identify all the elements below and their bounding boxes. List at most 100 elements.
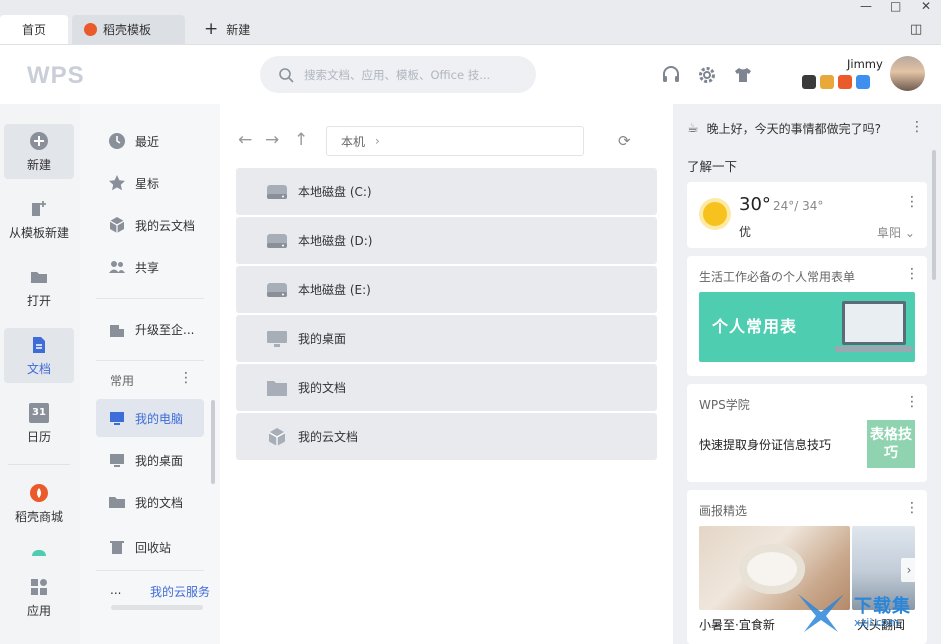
scroll-indicator bbox=[32, 550, 46, 556]
tab-daoke-label: 稻壳模板 bbox=[103, 23, 152, 37]
nav-calendar[interactable]: 31 日历 bbox=[4, 396, 74, 451]
up-arrow-icon[interactable]: ↑ bbox=[294, 132, 308, 149]
close-button[interactable]: ✕ bbox=[921, 0, 931, 14]
skin-shirt-icon[interactable] bbox=[733, 65, 753, 85]
card-title: 生活工作必备の个人常用表单 bbox=[699, 270, 856, 284]
cloud-service-row: ... 我的云服务 bbox=[110, 583, 210, 600]
panel-divider bbox=[96, 570, 204, 571]
location-my-desktop-label: 我的桌面 bbox=[135, 453, 184, 468]
weather-city[interactable]: 阜阳 ⌄ bbox=[877, 224, 915, 241]
location-recent[interactable]: 最近 bbox=[96, 122, 204, 160]
search-box[interactable]: 搜索文档、应用、模板、Office 技... bbox=[260, 56, 536, 93]
laptop-illustration bbox=[842, 301, 906, 345]
list-item[interactable]: 本地磁盘 (E:) bbox=[236, 266, 657, 313]
back-arrow-icon[interactable]: ← bbox=[238, 132, 252, 149]
form-banner[interactable]: 个人常用表 bbox=[699, 292, 915, 362]
location-cloud-docs[interactable]: 我的云文档 bbox=[96, 206, 204, 244]
learn-title: 了解一下 bbox=[687, 159, 738, 174]
list-item[interactable]: 本地磁盘 (D:) bbox=[236, 217, 657, 264]
headset-icon[interactable] bbox=[661, 65, 681, 85]
tab-home-label: 首页 bbox=[21, 23, 46, 37]
list-item[interactable]: 我的文档 bbox=[236, 364, 657, 411]
more-icon[interactable]: ⋮ bbox=[905, 394, 919, 410]
tab-home[interactable]: 首页 bbox=[0, 15, 68, 44]
more-icon[interactable]: ⋮ bbox=[905, 194, 919, 210]
location-recycle-bin-label: 回收站 bbox=[135, 540, 172, 555]
academy-article[interactable]: 快速提取身份证信息技巧 bbox=[699, 436, 831, 453]
super-member-badge-icon[interactable] bbox=[802, 75, 816, 89]
food-bowl bbox=[739, 544, 805, 594]
location-starred-label: 星标 bbox=[135, 176, 160, 191]
forward-arrow-icon[interactable]: → bbox=[265, 132, 279, 149]
location-recycle-bin[interactable]: 回收站 bbox=[96, 528, 204, 566]
panel-scrollbar[interactable] bbox=[211, 400, 215, 484]
panel-divider bbox=[96, 298, 204, 299]
panel-scrollbar[interactable] bbox=[932, 150, 936, 280]
template-icon bbox=[32, 200, 46, 216]
info-panel: ☕ 晚上好，今天的事情都做完了吗? ⋮ 了解一下 30° 24°/ 34° 优 … bbox=[673, 104, 941, 644]
nav-daoke-store[interactable]: 稻壳商城 bbox=[4, 476, 74, 531]
refresh-icon[interactable]: ⟳ bbox=[618, 132, 631, 150]
location-recent-label: 最近 bbox=[135, 134, 160, 149]
maximize-button[interactable]: □ bbox=[890, 0, 901, 14]
nav-apps[interactable]: 应用 bbox=[4, 570, 74, 625]
user-name[interactable]: Jimmy bbox=[847, 57, 883, 71]
path-separator-icon: › bbox=[375, 134, 380, 148]
daoke-icon bbox=[84, 23, 97, 36]
tab-daoke[interactable]: 稻壳模板 bbox=[72, 15, 185, 44]
location-my-desktop[interactable]: 我的桌面 bbox=[96, 441, 204, 479]
cloud-service-prefix: ... bbox=[110, 583, 122, 597]
cloud-badge-icon[interactable] bbox=[856, 75, 870, 89]
nav-documents-label: 文档 bbox=[26, 361, 51, 376]
watermark-logo-icon bbox=[798, 594, 844, 632]
nav-daoke-store-label: 稻壳商城 bbox=[14, 509, 63, 524]
card-title: 画报精选 bbox=[699, 504, 748, 518]
nav-new[interactable]: 新建 bbox=[4, 124, 74, 179]
academy-card[interactable]: WPS学院 ⋮ 快速提取身份证信息技巧 表格技巧 bbox=[687, 384, 927, 482]
cloud-storage-bar bbox=[111, 605, 203, 610]
minimize-button[interactable]: — bbox=[860, 0, 872, 14]
watermark: 下载集 xzji.com bbox=[796, 590, 916, 634]
split-view-button[interactable]: ◫ bbox=[910, 23, 922, 38]
new-tab-button[interactable]: + 新建 bbox=[200, 15, 280, 44]
member-badge-icon[interactable] bbox=[820, 75, 834, 89]
weather-range: 24°/ 34° bbox=[773, 199, 824, 213]
location-my-computer[interactable]: 我的电脑 bbox=[96, 399, 204, 437]
daoke-icon bbox=[30, 483, 48, 502]
user-avatar[interactable] bbox=[890, 56, 925, 91]
nav-from-template-label: 从模板新建 bbox=[8, 225, 69, 240]
wps-logo: WPS bbox=[27, 62, 85, 89]
more-icon[interactable]: ⋮ bbox=[905, 500, 919, 516]
common-more-icon[interactable]: ⋮ bbox=[179, 370, 193, 386]
nav-open-label: 打开 bbox=[26, 293, 51, 308]
enterprise-icon bbox=[110, 325, 124, 337]
more-icon[interactable]: ⋮ bbox=[910, 119, 924, 135]
location-my-documents[interactable]: 我的文档 bbox=[96, 483, 204, 521]
cloud-service-link[interactable]: 我的云服务 bbox=[150, 583, 210, 600]
path-segment[interactable]: 本机 bbox=[341, 133, 365, 150]
card-title: WPS学院 bbox=[699, 398, 750, 412]
nav-open[interactable]: 打开 bbox=[4, 260, 74, 315]
location-shared[interactable]: 共享 bbox=[96, 248, 204, 286]
list-item[interactable]: 我的桌面 bbox=[236, 315, 657, 362]
users-icon bbox=[109, 261, 125, 273]
upgrade-enterprise[interactable]: 升级至企... bbox=[96, 310, 204, 348]
nav-from-template[interactable]: 从模板新建 bbox=[4, 192, 74, 247]
academy-thumbnail[interactable]: 表格技巧 bbox=[867, 420, 915, 468]
list-item[interactable]: 本地磁盘 (C:) bbox=[236, 168, 657, 215]
chevron-right-icon[interactable]: › bbox=[901, 558, 917, 582]
path-bar[interactable]: 本机 › bbox=[326, 126, 584, 156]
nav-documents[interactable]: 文档 bbox=[4, 328, 74, 383]
list-item[interactable]: 我的云文档 bbox=[236, 413, 657, 460]
list-item-label: 我的云文档 bbox=[298, 430, 359, 444]
drive-icon bbox=[267, 282, 287, 297]
form-card[interactable]: 生活工作必备の个人常用表单 ⋮ 个人常用表 bbox=[687, 256, 927, 376]
daoke-badge-icon[interactable] bbox=[838, 75, 852, 89]
drive-icon bbox=[267, 184, 287, 199]
gear-icon[interactable] bbox=[697, 65, 717, 85]
location-starred[interactable]: 星标 bbox=[96, 164, 204, 202]
app-header: WPS 搜索文档、应用、模板、Office 技... Jimmy bbox=[0, 44, 941, 104]
more-icon[interactable]: ⋮ bbox=[905, 266, 919, 282]
folder-icon bbox=[109, 497, 125, 508]
weather-card[interactable]: 30° 24°/ 34° 优 阜阳 ⌄ ⋮ bbox=[687, 182, 927, 248]
